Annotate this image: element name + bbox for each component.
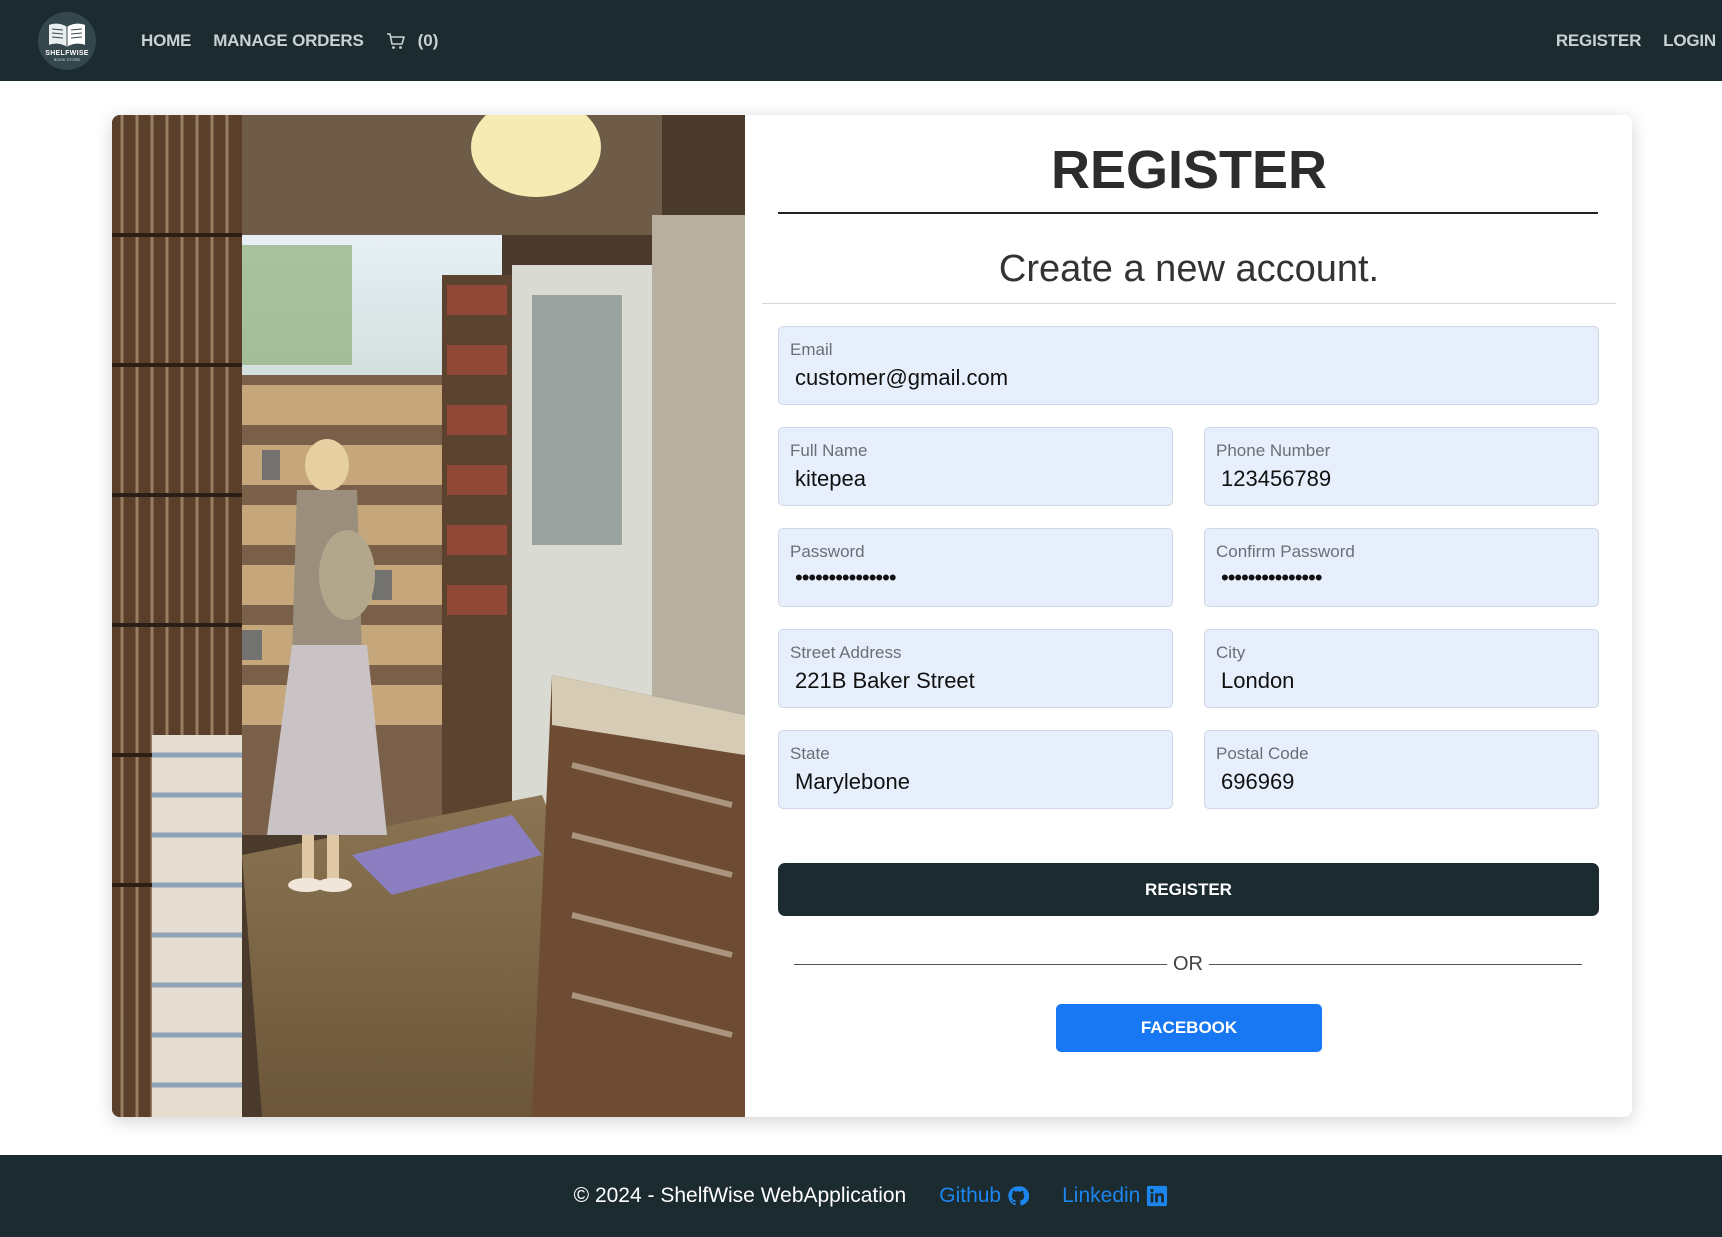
full-name-field[interactable]: Full Name kitepea xyxy=(778,427,1173,506)
linkedin-link-text: Linkedin xyxy=(1062,1184,1141,1207)
phone-number-field[interactable]: Phone Number 123456789 xyxy=(1204,427,1599,506)
register-form: REGISTER Create a new account. Email cus… xyxy=(762,115,1616,1117)
state-field[interactable]: State Marylebone xyxy=(778,730,1173,809)
cart-icon xyxy=(386,32,405,49)
logo-subtext: BOOK STORE xyxy=(53,56,81,62)
nav-cart-link[interactable]: (0) xyxy=(386,30,439,51)
facebook-login-button[interactable]: FACEBOOK xyxy=(1056,1004,1322,1052)
postal-code-value: 696969 xyxy=(1221,769,1295,794)
title-divider xyxy=(778,212,1598,214)
register-subtitle: Create a new account. xyxy=(998,248,1380,290)
postal-code-label: Postal Code xyxy=(1216,744,1309,763)
confirm-password-value: ••••••••••••••• xyxy=(1221,565,1323,590)
copyright-text: © 2024 - ShelfWise WebApplication xyxy=(573,1184,907,1207)
logo-text: SHELFWISE xyxy=(45,49,89,57)
nav-manage-orders-link[interactable]: MANAGE ORDERS xyxy=(213,31,364,51)
state-label: State xyxy=(790,744,830,763)
github-link-text: Github xyxy=(939,1184,1002,1207)
phone-number-value: 123456789 xyxy=(1221,466,1332,491)
email-label: Email xyxy=(790,340,833,359)
phone-number-label: Phone Number xyxy=(1216,441,1331,460)
state-value: Marylebone xyxy=(795,769,910,794)
github-link[interactable]: Github xyxy=(939,1184,1030,1208)
postal-code-field[interactable]: Postal Code 696969 xyxy=(1204,730,1599,809)
street-address-label: Street Address xyxy=(790,643,902,662)
cart-count: (0) xyxy=(417,30,439,50)
confirm-password-label: Confirm Password xyxy=(1216,542,1355,561)
password-label: Password xyxy=(790,542,865,561)
password-value: ••••••••••••••• xyxy=(795,565,897,590)
register-submit-button[interactable]: REGISTER xyxy=(778,863,1599,916)
city-field[interactable]: City London xyxy=(1204,629,1599,708)
email-value: customer@gmail.com xyxy=(795,365,1009,390)
linkedin-icon xyxy=(1147,1185,1168,1207)
footer: © 2024 - ShelfWise WebApplication Github… xyxy=(0,1155,1722,1237)
nav-login-link[interactable]: LOGIN xyxy=(1663,31,1716,51)
or-line-left xyxy=(794,963,1167,965)
linkedin-link[interactable]: Linkedin xyxy=(1062,1184,1168,1208)
bookstore-photo xyxy=(112,115,745,1117)
or-divider: OR xyxy=(794,952,1582,976)
email-field[interactable]: Email customer@gmail.com xyxy=(778,326,1599,405)
full-name-label: Full Name xyxy=(790,441,868,460)
navbar: SHELFWISE BOOK STORE HOME MANAGE ORDERS … xyxy=(0,0,1722,81)
confirm-password-field[interactable]: Confirm Password ••••••••••••••• xyxy=(1204,528,1599,607)
bookstore-image xyxy=(112,115,745,1117)
register-title: REGISTER xyxy=(1050,140,1328,200)
street-address-value: 221B Baker Street xyxy=(795,668,975,693)
subtitle-divider xyxy=(762,303,1616,304)
street-address-field[interactable]: Street Address 221B Baker Street xyxy=(778,629,1173,708)
book-logo-icon xyxy=(49,23,85,47)
nav-left: HOME MANAGE ORDERS (0) xyxy=(141,0,438,81)
shelfwise-logo[interactable]: SHELFWISE BOOK STORE xyxy=(38,12,96,70)
city-value: London xyxy=(1221,668,1295,693)
city-label: City xyxy=(1216,643,1246,662)
or-text: OR xyxy=(1173,952,1203,975)
nav-register-link[interactable]: REGISTER xyxy=(1556,31,1642,51)
password-field[interactable]: Password ••••••••••••••• xyxy=(778,528,1173,607)
full-name-value: kitepea xyxy=(795,466,866,491)
footer-content: © 2024 - ShelfWise WebApplication Github… xyxy=(574,1184,1169,1208)
or-line-right xyxy=(1209,963,1582,965)
nav-right: REGISTER LOGIN xyxy=(1556,0,1716,81)
nav-home-link[interactable]: HOME xyxy=(141,31,191,51)
github-icon xyxy=(1008,1186,1030,1206)
register-card: REGISTER Create a new account. Email cus… xyxy=(112,115,1632,1117)
